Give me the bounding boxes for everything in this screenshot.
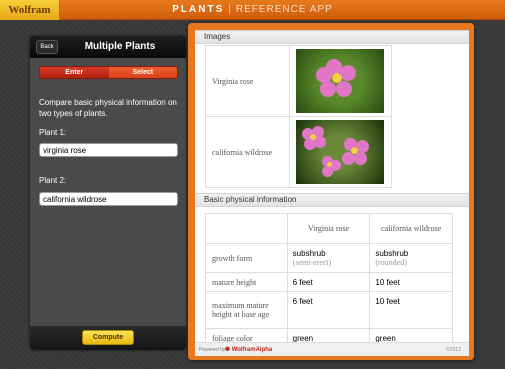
panel-footer: Compute [30, 326, 186, 350]
table-cell: green [286, 328, 371, 342]
image-name: california wildrose [204, 116, 291, 188]
input-mode-segmented-control: Enter Select [39, 66, 178, 79]
table-cell: green [369, 328, 453, 342]
table-cell: 10 feet [369, 291, 453, 329]
cell-number: 6 [292, 297, 298, 306]
image-name: Virginia rose [204, 45, 291, 117]
images-table: Virginia rose california wildrose [204, 45, 392, 188]
wolfram-alpha-label: WolframAlpha [231, 347, 273, 353]
comparison-table: Virginia rose california wildrose growth… [205, 213, 453, 342]
image-cell [289, 45, 392, 117]
virginia-rose-photo[interactable] [296, 49, 385, 113]
basic-info-section-header: Basic physical information [195, 193, 469, 207]
row-label: growth form [205, 243, 288, 273]
panel-title: Multiple Plants [84, 41, 156, 52]
results-footer: Powered by ✺ WolframAlpha ©2013 [195, 342, 469, 356]
plant2-input[interactable] [39, 192, 178, 206]
image-cell [289, 116, 392, 188]
cell-unit: feet [386, 277, 400, 287]
plant1-label: Plant 1: [39, 128, 67, 137]
table-cell: subshrub (semi-erect) [286, 243, 371, 273]
cell-unit: feet [299, 297, 313, 306]
row-label: maximum mature height at base age [205, 291, 288, 329]
table-header-row: Virginia rose california wildrose [205, 213, 453, 244]
table-row: mature height 6 feet 10 feet [205, 272, 453, 292]
cell-number: 10 [375, 277, 385, 287]
column-header: Virginia rose [286, 213, 371, 244]
enter-tab[interactable]: Enter [40, 67, 109, 78]
column-header: california wildrose [369, 213, 453, 244]
app-subtitle: REFERENCE APP [235, 4, 333, 15]
cell-number: 6 [292, 277, 298, 287]
panel-description: Compare basic physical information on tw… [39, 98, 177, 118]
table-row: foliage color green green [205, 328, 453, 342]
table-cell: 6 feet [286, 272, 371, 292]
plant1-input[interactable] [39, 143, 178, 157]
app-title: PLANTS | REFERENCE APP [0, 0, 505, 20]
images-section-header: Images [195, 30, 469, 44]
app-header-bar: Wolfram PLANTS | REFERENCE APP [0, 0, 505, 20]
panel-header: Back Multiple Plants [30, 36, 186, 58]
cell-value: subshrub [375, 249, 409, 258]
back-button[interactable]: Back [36, 40, 58, 54]
table-cell: subshrub (rounded) [369, 243, 453, 273]
table-cell: 6 feet [286, 291, 371, 329]
input-panel: Back Multiple Plants Enter Select Compar… [30, 36, 186, 350]
title-separator: | [228, 4, 232, 15]
powered-by-label: Powered by [199, 347, 226, 353]
table-row: growth form subshrub (semi-erect) subshr… [205, 243, 453, 273]
cell-unit: feet [299, 277, 313, 287]
results-scroll-area[interactable]: Images Virginia rose california wildrose [195, 30, 469, 342]
cell-number: 10 [375, 297, 385, 306]
wolfram-alpha-icon: ✺ [225, 347, 231, 353]
table-row: maximum mature height at base age 6 feet… [205, 291, 453, 329]
cell-subvalue: (semi-erect) [292, 258, 332, 267]
results-panel: Images Virginia rose california wildrose [195, 30, 469, 356]
row-label: foliage color [205, 328, 288, 342]
plant2-label: Plant 2: [39, 176, 67, 185]
cell-value: subshrub [292, 249, 326, 258]
image-row: Virginia rose [204, 45, 392, 117]
wolfram-alpha-logo[interactable]: ✺ WolframAlpha [225, 343, 272, 356]
california-wildrose-photo[interactable] [296, 120, 385, 184]
copyright-text: ©2013 [446, 347, 461, 353]
cell-unit: feet [386, 297, 400, 306]
select-tab[interactable]: Select [108, 67, 177, 78]
row-label: mature height [205, 272, 288, 292]
image-row: california wildrose [204, 116, 392, 188]
cell-subvalue: (rounded) [375, 258, 407, 267]
compute-button[interactable]: Compute [82, 330, 134, 345]
app-name: PLANTS [172, 4, 225, 15]
header-empty [205, 213, 288, 244]
table-cell: 10 feet [369, 272, 453, 292]
